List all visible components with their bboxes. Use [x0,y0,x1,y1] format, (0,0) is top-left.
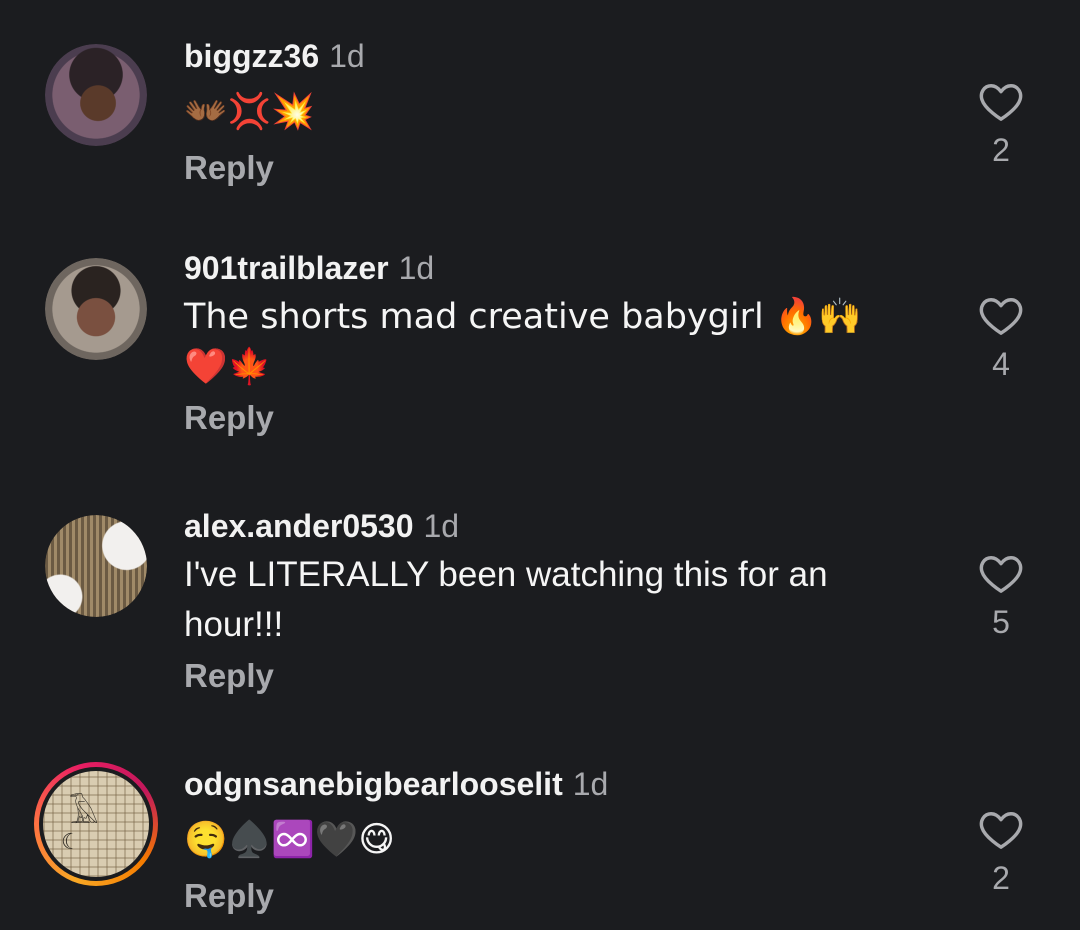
reply-button[interactable]: Reply [184,398,904,438]
like-button[interactable]: 2 [970,80,1032,168]
comment-text: 🤤♠️♾️🖤😋 [184,820,395,860]
eye-icon: 𓄿 [69,797,99,830]
avatar[interactable] [45,515,147,617]
like-count: 2 [992,132,1010,168]
reply-button[interactable]: Reply [184,876,904,916]
comment-text: 👐🏾💢💥 [184,92,315,132]
like-count: 4 [992,346,1010,382]
username[interactable]: alex.ander0530 [184,508,414,544]
moon-icon: ☾ [61,829,81,854]
like-button[interactable]: 2 [970,808,1032,896]
like-count: 5 [992,604,1010,640]
username[interactable]: odgnsanebigbearlooselit [184,766,563,802]
username[interactable]: 901trailblazer [184,250,389,286]
avatar[interactable] [45,258,147,360]
comment-header: 901trailblazer 1d [184,248,904,288]
comment-text: The shorts mad creative babygirl 🔥🙌❤️🍁 [184,297,863,387]
reply-button[interactable]: Reply [184,148,904,188]
comment-header: alex.ander0530 1d [184,506,904,546]
comment-header: biggzz36 1d [184,36,904,76]
timestamp: 1d [398,250,435,286]
comment-header: odgnsanebigbearlooselit 1d [184,764,904,804]
comment-text: I've LITERALLY been watching this for an… [184,555,828,644]
like-count: 2 [992,860,1010,896]
heart-outline-icon [979,812,1023,849]
username[interactable]: biggzz36 [184,38,319,74]
heart-outline-icon [979,298,1023,335]
timestamp: 1d [329,38,365,74]
like-button[interactable]: 5 [970,552,1032,640]
reply-button[interactable]: Reply [184,656,904,696]
timestamp: 1d [572,766,609,802]
timestamp: 1d [423,508,460,544]
heart-outline-icon [979,84,1023,121]
story-ring[interactable]: 𓄿 ☾ [34,762,158,886]
avatar[interactable] [45,44,147,146]
like-button[interactable]: 4 [970,294,1032,382]
heart-outline-icon [979,556,1023,593]
avatar: 𓄿 ☾ [43,771,149,877]
